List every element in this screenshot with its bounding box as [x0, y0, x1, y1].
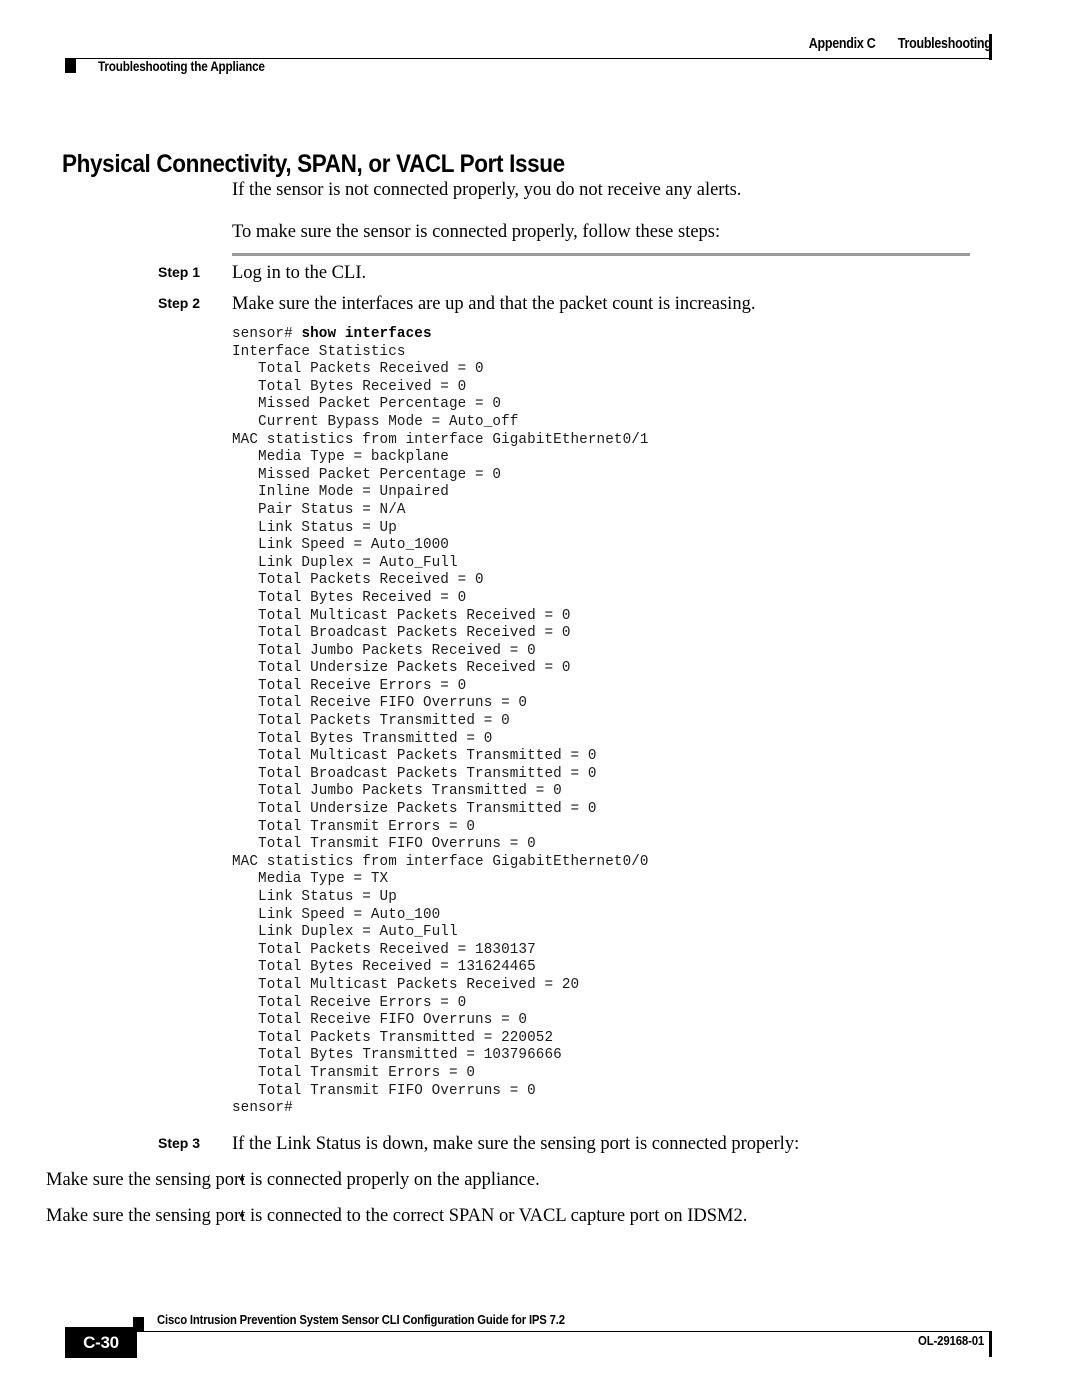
intro-paragraph-1: If the sensor is not connected properly,…: [232, 180, 742, 200]
cli-output-block: sensor# show interfaces Interface Statis…: [232, 326, 649, 1118]
document-page: { "header": { "appendix": "Appendix C", …: [0, 0, 1080, 1397]
bullet-text: Make sure the sensing port is connected …: [46, 1170, 540, 1191]
step-text-3: If the Link Status is down, make sure th…: [232, 1134, 800, 1154]
header-appendix-label: Appendix C: [809, 36, 876, 52]
list-item: • Make sure the sensing port is connecte…: [0, 1169, 1080, 1191]
header-chapter-label: Troubleshooting: [898, 36, 992, 52]
page-title: Physical Connectivity, SPAN, or VACL Por…: [62, 149, 565, 178]
footer-document-id: OL-29168-01: [917, 1333, 984, 1348]
intro-paragraph-2: To make sure the sensor is connected pro…: [232, 222, 721, 243]
header-running-head: Troubleshooting the Appliance: [65, 56, 290, 76]
cli-prompt: sensor#: [232, 326, 302, 342]
page-header: Appendix C Troubleshooting Troubleshootin…: [0, 0, 1080, 100]
step-label-2: Step 2: [158, 295, 201, 312]
header-edge-tick: [989, 34, 992, 60]
footer-page-number: C-30: [83, 1332, 119, 1352]
step-item-1: Step 1 Log in to the CLI.: [0, 262, 1080, 284]
bullet-list: • Make sure the sensing port is connecte…: [0, 1169, 1080, 1227]
footer-guide-title: Cisco Intrusion Prevention System Sensor…: [157, 1312, 565, 1327]
steps-list: Step 1 Log in to the CLI. Step 2 Make su…: [0, 262, 1080, 324]
step-item-3: Step 3 If the Link Status is down, make …: [0, 1133, 1080, 1155]
step-text-1: Log in to the CLI.: [232, 263, 367, 283]
square-bullet-icon: [65, 59, 76, 73]
bullet-text: Make sure the sensing port is connected …: [46, 1206, 748, 1227]
footer-edge-tick: [989, 1331, 992, 1357]
step-label-3: Step 3: [158, 1135, 201, 1151]
step-label-1: Step 1: [158, 264, 201, 280]
steps-separator-rule: [232, 253, 970, 256]
header-breadcrumb: Appendix C Troubleshooting: [809, 36, 992, 52]
footer-rule: [65, 1331, 990, 1332]
header-running-head-label: Troubleshooting the Appliance: [98, 58, 265, 74]
intro-block: If the sensor is not connected properly,…: [232, 180, 992, 265]
step-text-2: Make sure the interfaces are up and that…: [232, 294, 756, 315]
cli-command: show interfaces: [301, 326, 432, 342]
step3-block: Step 3 If the Link Status is down, make …: [0, 1133, 1080, 1228]
list-item: • Make sure the sensing port is connecte…: [0, 1205, 1080, 1227]
cli-output: Interface Statistics Total Packets Recei…: [232, 343, 649, 1117]
step-item-2: Step 2 Make sure the interfaces are up a…: [0, 293, 1080, 315]
